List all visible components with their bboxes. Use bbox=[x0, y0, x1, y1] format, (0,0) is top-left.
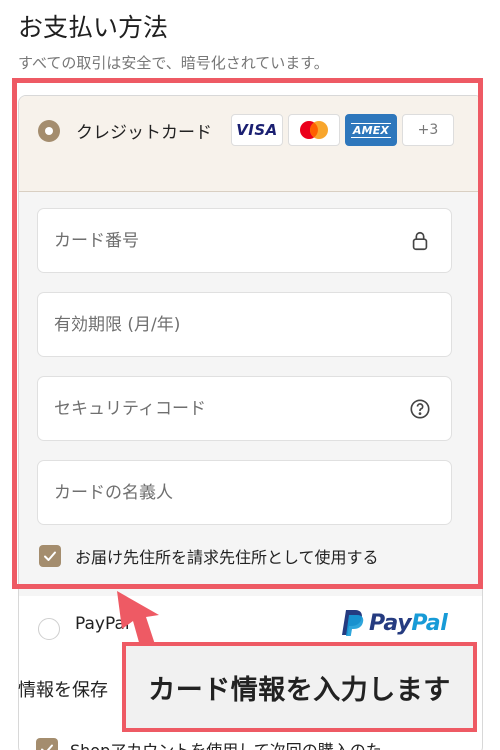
page-title: お支払い方法 bbox=[18, 13, 169, 42]
billing-address-label: お届け先住所を請求先住所として使用する bbox=[75, 548, 379, 567]
paypal-logo: PayPal bbox=[339, 608, 448, 638]
credit-card-radio[interactable] bbox=[38, 120, 60, 142]
cardholder-name-input[interactable] bbox=[38, 461, 451, 524]
more-brands-badge: +3 bbox=[402, 114, 454, 146]
card-brands: VISA AMEX +3 bbox=[231, 114, 454, 146]
help-circle-icon[interactable] bbox=[409, 398, 431, 420]
cardholder-name-field[interactable] bbox=[37, 460, 452, 525]
card-details-form: お届け先住所を請求先住所として使用する bbox=[19, 192, 482, 596]
paypal-radio[interactable] bbox=[38, 618, 60, 640]
mastercard-icon bbox=[288, 114, 340, 146]
lock-icon bbox=[412, 231, 428, 251]
visa-icon: VISA bbox=[231, 114, 283, 146]
card-number-input[interactable] bbox=[38, 209, 451, 272]
expiry-field[interactable] bbox=[37, 292, 452, 357]
credit-card-label: クレジットカード bbox=[76, 123, 212, 143]
billing-address-row[interactable]: お届け先住所を請求先住所として使用する bbox=[39, 544, 379, 568]
checkmark-icon bbox=[44, 551, 56, 561]
shop-account-checkbox[interactable] bbox=[36, 738, 58, 750]
security-code-field[interactable] bbox=[37, 376, 452, 441]
page-subtitle: すべての取引は安全で、暗号化されています。 bbox=[18, 54, 329, 72]
amex-icon: AMEX bbox=[345, 114, 397, 146]
credit-card-option[interactable]: クレジットカード VISA AMEX +3 bbox=[19, 96, 482, 192]
security-code-input[interactable] bbox=[38, 377, 451, 440]
paypal-icon bbox=[342, 610, 364, 636]
card-number-field[interactable] bbox=[37, 208, 452, 273]
save-info-heading: 情報を保存 bbox=[18, 680, 108, 701]
instruction-text: カード情報を入力します bbox=[148, 674, 451, 706]
instruction-callout: カード情報を入力します bbox=[122, 642, 477, 732]
shop-account-row[interactable]: Shopアカウントを使用して次回の購入のた bbox=[36, 737, 382, 750]
expiry-input[interactable] bbox=[38, 293, 451, 356]
billing-address-checkbox[interactable] bbox=[39, 545, 61, 567]
checkmark-icon bbox=[41, 744, 53, 750]
shop-account-label: Shopアカウントを使用して次回の購入のた bbox=[70, 737, 382, 750]
